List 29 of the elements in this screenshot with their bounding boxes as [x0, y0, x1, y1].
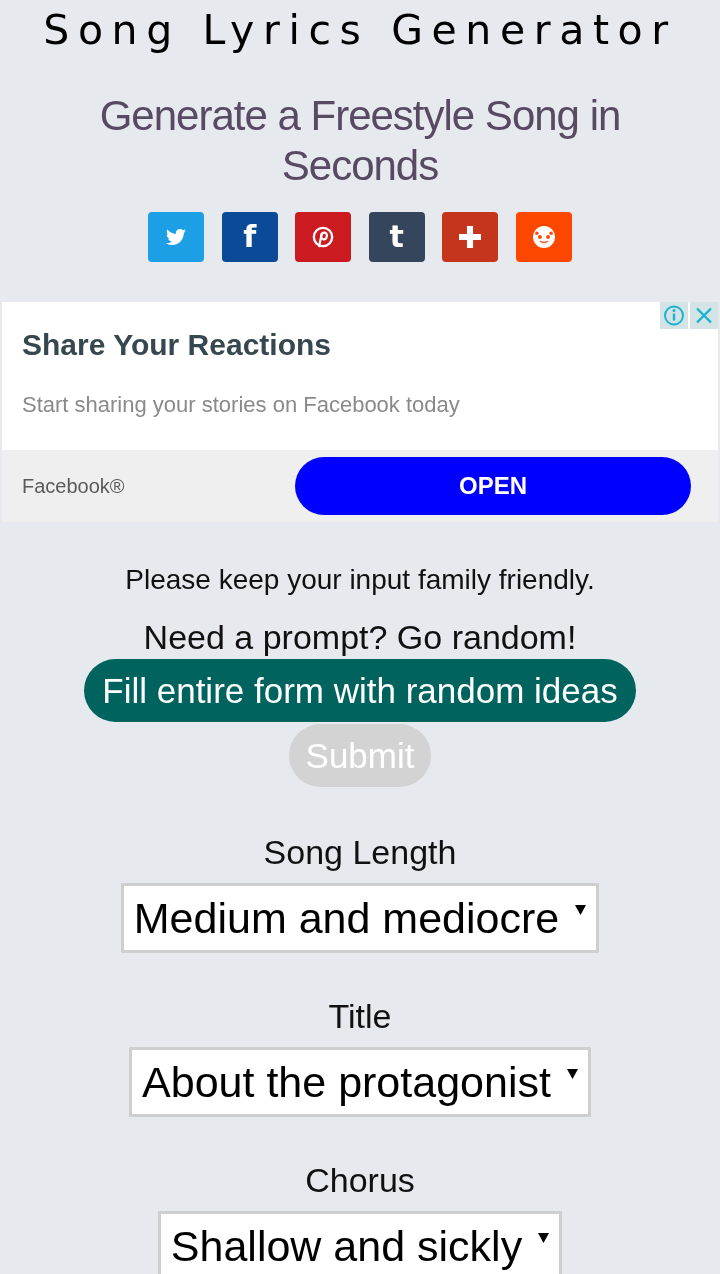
- page-title: Song Lyrics Generator: [43, 5, 677, 56]
- prompt-text: Need a prompt? Go random!: [143, 617, 577, 658]
- alien-face-icon: [531, 226, 556, 248]
- dropdown[interactable]: Shallow and sickly: [157, 1211, 563, 1274]
- ad-title: Share Your Reactions: [22, 327, 331, 363]
- share-button[interactable]: f: [221, 212, 278, 262]
- field-label: Title: [328, 996, 392, 1037]
- random-fill-button[interactable]: Fill entire form with random ideas: [84, 659, 636, 722]
- info-icon[interactable]: [660, 302, 688, 329]
- caret-icon: [538, 1233, 550, 1243]
- share-button[interactable]: [148, 212, 205, 262]
- close-icon[interactable]: [690, 302, 718, 329]
- field-label: Chorus: [305, 1160, 415, 1201]
- share-button[interactable]: [442, 212, 499, 262]
- notice-text: Please keep your input family friendly.: [125, 563, 595, 597]
- share-button[interactable]: [515, 212, 572, 262]
- ad-advertiser: Facebook®: [22, 474, 125, 498]
- pin-logo-icon: [311, 226, 336, 248]
- dropdown[interactable]: Medium and mediocre: [120, 883, 600, 953]
- plus-icon: [458, 226, 483, 248]
- field-label: Song Length: [263, 832, 457, 873]
- caret-icon: [575, 905, 587, 915]
- ad-text: Start sharing your stories on Facebook today: [22, 391, 460, 419]
- page-subtitle: Generate a Freestyle Song in Seconds: [98, 91, 622, 191]
- share-button[interactable]: t: [368, 212, 425, 262]
- open-button[interactable]: OPEN: [295, 457, 691, 515]
- share-button[interactable]: [295, 212, 352, 262]
- caret-icon: [566, 1069, 578, 1079]
- dropdown[interactable]: About the protagonist: [129, 1047, 591, 1117]
